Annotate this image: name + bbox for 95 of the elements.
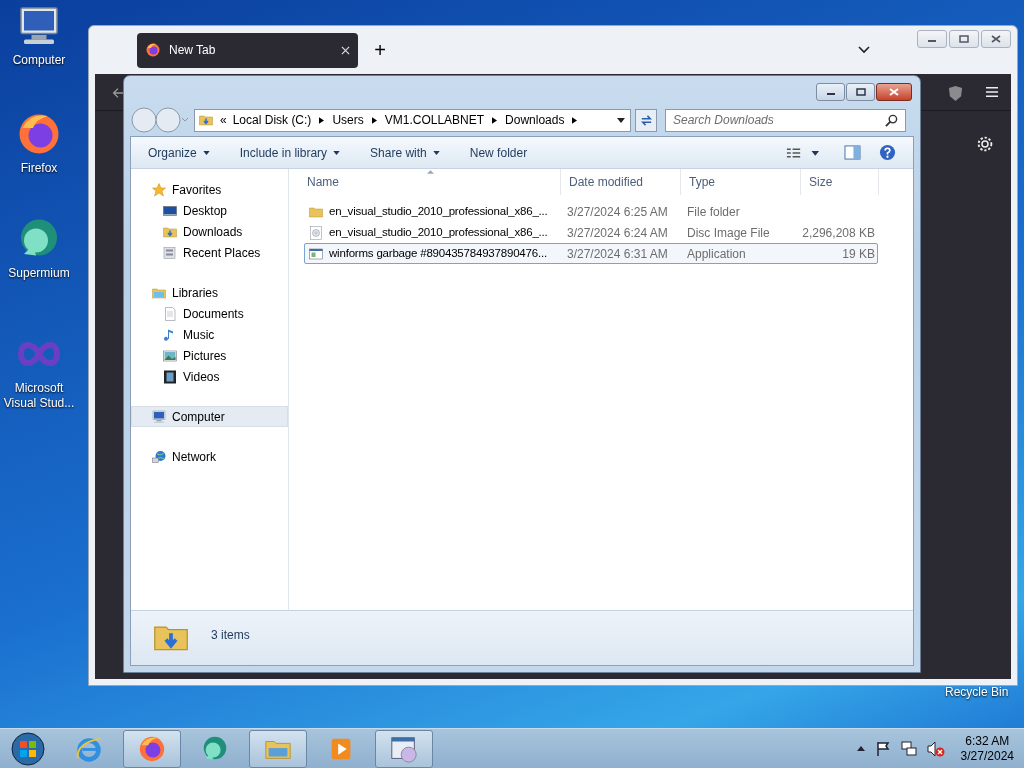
- arrow-right-icon[interactable]: [572, 116, 578, 124]
- file-date: 3/27/2024 6:25 AM: [566, 203, 669, 221]
- taskbar-app-button[interactable]: [249, 729, 307, 768]
- new-tab-button[interactable]: +: [370, 40, 390, 60]
- taskbar-app-button[interactable]: [375, 729, 433, 768]
- toolbar-menu-button[interactable]: Share with: [370, 143, 440, 162]
- maximize-button[interactable]: [949, 30, 979, 48]
- nav-item[interactable]: Music: [131, 324, 288, 345]
- file-date: 3/27/2024 6:24 AM: [566, 224, 669, 242]
- file-row[interactable]: en_visual_studio_2010_professional_x86_... 3/27/2024 6:24 AM Disc Image File 2,296,208 KB: [304, 222, 878, 243]
- file-type: Disc Image File: [686, 224, 771, 242]
- overflow-chevron[interactable]: «: [220, 111, 227, 129]
- view-list-icon[interactable]: [786, 146, 820, 159]
- window-icon: [308, 245, 324, 262]
- maximize-button[interactable]: [846, 83, 875, 101]
- toolbar-menu-button[interactable]: Include in library: [239, 143, 341, 162]
- caret-icon: [432, 150, 440, 155]
- caret-icon: [202, 150, 210, 155]
- arrow-right-icon[interactable]: [492, 116, 498, 124]
- close-button[interactable]: [981, 30, 1011, 48]
- file-name: en_visual_studio_2010_professional_x86_...: [329, 203, 548, 219]
- refresh-button[interactable]: [635, 108, 657, 132]
- nav-item[interactable]: Desktop: [131, 200, 288, 221]
- start-orb-icon[interactable]: [10, 730, 46, 767]
- folder-icon: [198, 112, 214, 128]
- arrow-right-icon[interactable]: [371, 116, 377, 124]
- file-type: Application: [686, 245, 747, 263]
- breadcrumb-item[interactable]: Local Disk (C:): [232, 111, 312, 129]
- nav-item[interactable]: Computer: [131, 406, 288, 427]
- desktop-icon-label[interactable]: Firefox: [20, 161, 58, 176]
- help-icon[interactable]: [879, 144, 896, 161]
- taskbar-app-button[interactable]: [123, 729, 181, 768]
- network-icon[interactable]: [900, 740, 917, 757]
- back-icon[interactable]: [111, 86, 125, 100]
- close-icon[interactable]: [341, 45, 350, 55]
- close-icon: [888, 88, 900, 96]
- videos-icon: [162, 368, 178, 385]
- file-row[interactable]: winforms garbage #890435784937890476... 3/27/2024 6:31 AM Application 19 KB: [304, 243, 878, 264]
- caret-icon: [333, 150, 341, 155]
- show-hidden-icons-icon[interactable]: [856, 746, 865, 751]
- nav-item[interactable]: Pictures: [131, 345, 288, 366]
- column-header[interactable]: Date modified: [561, 169, 681, 195]
- maximize-icon: [958, 35, 970, 43]
- minimize-button[interactable]: [816, 83, 845, 101]
- file-row[interactable]: en_visual_studio_2010_professional_x86_... 3/27/2024 6:25 AM File folder: [304, 201, 878, 222]
- star-icon: [151, 181, 167, 198]
- clock[interactable]: 6:32 AM 3/27/2024: [960, 733, 1014, 764]
- column-header[interactable]: Size: [801, 169, 879, 195]
- close-icon: [990, 35, 1002, 43]
- caret-icon[interactable]: [617, 117, 625, 123]
- desktop-icon-label[interactable]: Supermium: [8, 266, 70, 281]
- column-header[interactable]: Type: [681, 169, 801, 195]
- desktop-icon-label[interactable]: Recycle Bin: [945, 683, 1009, 701]
- breadcrumb-item[interactable]: VM1.COLLABNET: [384, 111, 485, 129]
- arrow-right-icon[interactable]: [319, 116, 325, 124]
- documents-icon: [162, 305, 178, 322]
- nav-item[interactable]: Favorites: [131, 179, 288, 200]
- nav-item[interactable]: Libraries: [131, 282, 288, 303]
- computer-icon: [151, 408, 167, 425]
- search-icon[interactable]: [885, 113, 898, 127]
- breadcrumb-item[interactable]: Users: [332, 111, 364, 129]
- shield-icon[interactable]: [948, 85, 963, 102]
- nav-item[interactable]: Downloads: [131, 221, 288, 242]
- address-bar[interactable]: « Local Disk (C:) Users VM1.COLLABNET Downloads: [194, 108, 631, 132]
- browser-tab[interactable]: New Tab: [137, 32, 358, 68]
- maximize-icon: [854, 88, 867, 96]
- toolbar-menu-button[interactable]: New folder: [469, 143, 528, 162]
- toolbar-menu-button[interactable]: Organize: [148, 143, 210, 162]
- file-name: en_visual_studio_2010_professional_x86_...: [329, 224, 548, 240]
- speaker-muted-icon[interactable]: [926, 740, 945, 757]
- desktop-icon-label[interactable]: Microsoft Visual Stud...: [0, 381, 78, 411]
- file-size: 19 KB: [841, 245, 876, 263]
- flag-icon[interactable]: [874, 740, 891, 757]
- file-size: 2,296,208 KB: [801, 224, 876, 242]
- nav-item[interactable]: Network: [131, 446, 288, 467]
- pictures-icon: [162, 347, 178, 364]
- desktop-icon-label[interactable]: Computer: [12, 53, 66, 68]
- nav-item[interactable]: Documents: [131, 303, 288, 324]
- item-count: 3 items: [211, 627, 250, 644]
- close-button[interactable]: [876, 83, 912, 101]
- search-field[interactable]: Search Downloads: [665, 108, 906, 132]
- file-date: 3/27/2024 6:31 AM: [566, 245, 669, 263]
- file-type: File folder: [686, 203, 741, 221]
- nav-item[interactable]: Recent Places: [131, 242, 288, 263]
- nav-item[interactable]: Videos: [131, 366, 288, 387]
- settings-icon[interactable]: [976, 135, 994, 153]
- minimize-button[interactable]: [917, 30, 947, 48]
- recent-icon: [162, 244, 178, 261]
- menu-icon[interactable]: [985, 86, 999, 98]
- network-icon: [151, 448, 167, 465]
- breadcrumb-item[interactable]: Downloads: [505, 111, 565, 129]
- refresh-icon: [639, 113, 653, 127]
- file-name: winforms garbage #890435784937890476...: [329, 245, 547, 261]
- chevron-down-icon[interactable]: [858, 46, 870, 54]
- firefox-icon: [145, 42, 161, 58]
